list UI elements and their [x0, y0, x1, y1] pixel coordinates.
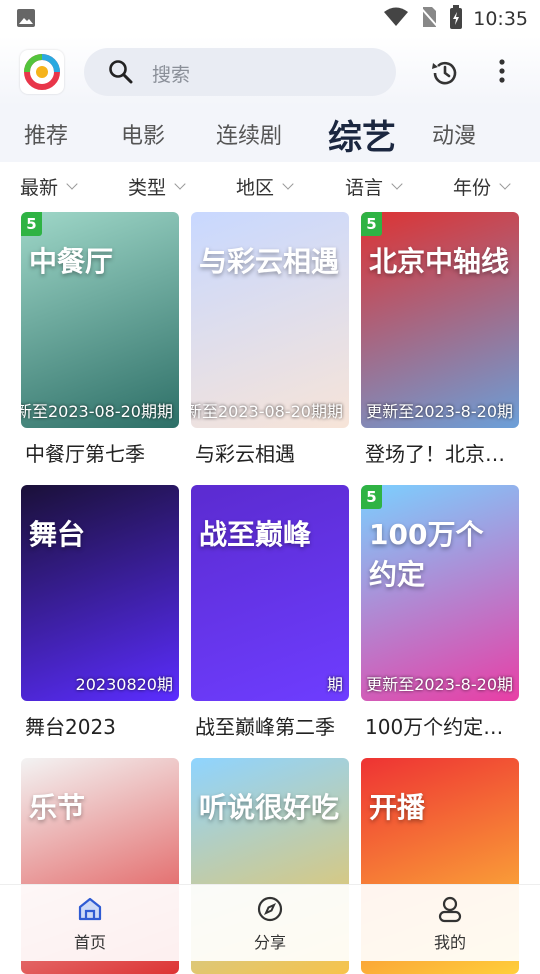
chevron-down-icon	[174, 178, 186, 190]
status-time: 10:35	[473, 8, 528, 30]
nav-label: 首页	[73, 933, 106, 952]
poster-title: 战至巅峰	[199, 518, 312, 551]
filter-type[interactable]: 类型	[128, 173, 186, 200]
wifi-icon	[383, 6, 409, 32]
search-bar[interactable]: 搜索	[84, 48, 396, 96]
poster-title: 中餐厅	[29, 245, 114, 278]
vip-badge: 5	[361, 212, 382, 236]
user-icon	[436, 896, 464, 927]
filter-year[interactable]: 年份	[453, 173, 511, 200]
filter-region[interactable]: 地区	[236, 173, 294, 200]
poster[interactable]: 中餐厅 5 新至2023-08-20期期	[21, 212, 179, 428]
card-title[interactable]: 中餐厅第七季	[21, 438, 179, 467]
card-title[interactable]: 与彩云相遇	[191, 438, 349, 467]
card-title[interactable]: 舞台2023	[21, 711, 179, 740]
nav-label: 分享	[253, 933, 286, 952]
show-card[interactable]: 100万个约定 5 更新至2023-8-20期 100万个约定之冬	[361, 485, 519, 740]
show-card[interactable]: 中餐厅 5 新至2023-08-20期期 中餐厅第七季	[21, 212, 179, 467]
app-logo[interactable]	[20, 50, 64, 94]
search-placeholder: 搜索	[152, 64, 191, 86]
card-title[interactable]: 100万个约定之冬	[361, 711, 519, 740]
tab-series[interactable]: 连续剧	[216, 118, 282, 150]
battery-icon	[449, 5, 463, 33]
status-bar: 10:35	[0, 0, 540, 36]
filter-label: 语言	[345, 177, 384, 199]
filter-label: 最新	[20, 177, 59, 199]
search-icon	[108, 59, 134, 89]
poster-title: 100万个约定	[369, 518, 484, 591]
episode-label: 更新至2023-8-20期	[366, 675, 513, 694]
show-card[interactable]: 与彩云相遇 新至2023-08-20期期 与彩云相遇	[191, 212, 349, 467]
episode-label: 更新至2023-8-20期	[366, 402, 513, 421]
chevron-down-icon	[391, 178, 403, 190]
filter-latest[interactable]: 最新	[20, 173, 78, 200]
episode-label: 新至2023-08-20期期	[21, 402, 173, 421]
vip-badge: 5	[21, 212, 42, 236]
poster-title: 听说很好吃	[199, 791, 340, 824]
home-icon	[76, 897, 104, 927]
show-card[interactable]: 战至巅峰 期 战至巅峰第二季	[191, 485, 349, 740]
poster-title: 乐节	[29, 791, 86, 824]
filter-label: 地区	[236, 177, 275, 199]
compass-icon	[256, 896, 284, 927]
tab-variety[interactable]: 综艺	[328, 110, 396, 159]
poster[interactable]: 100万个约定 5 更新至2023-8-20期	[361, 485, 519, 701]
show-card[interactable]: 北京中轴线 5 更新至2023-8-20期 登场了！北京中轴线	[361, 212, 519, 467]
episode-label: 20230820期	[75, 675, 173, 694]
no-sim-icon	[419, 6, 439, 32]
history-icon[interactable]	[430, 58, 460, 92]
category-tabs: 推荐 电影 连续剧 综艺 动漫	[0, 106, 540, 162]
nav-home[interactable]: 首页	[60, 895, 120, 953]
tab-movies[interactable]: 电影	[121, 118, 165, 150]
tab-recommend[interactable]: 推荐	[24, 118, 68, 150]
poster[interactable]: 战至巅峰 期	[191, 485, 349, 701]
poster-title: 北京中轴线	[369, 245, 510, 278]
nav-share[interactable]: 分享	[240, 895, 300, 953]
poster-title: 开播	[369, 791, 426, 824]
vip-badge: 5	[361, 485, 382, 509]
nav-profile[interactable]: 我的	[420, 895, 480, 953]
card-title[interactable]: 登场了！北京中轴线	[361, 438, 519, 467]
chevron-down-icon	[66, 178, 78, 190]
card-title[interactable]: 战至巅峰第二季	[191, 711, 349, 740]
episode-label: 新至2023-08-20期期	[191, 402, 343, 421]
filter-label: 年份	[453, 177, 492, 199]
top-bar: 搜索	[0, 36, 540, 106]
nav-label: 我的	[433, 933, 466, 952]
bottom-navigation: 首页 分享 我的	[0, 884, 540, 961]
show-card[interactable]: 舞台 20230820期 舞台2023	[21, 485, 179, 740]
filter-bar: 最新 类型 地区 语言 年份	[0, 162, 540, 210]
poster[interactable]: 与彩云相遇 新至2023-08-20期期	[191, 212, 349, 428]
tab-anime[interactable]: 动漫	[432, 118, 476, 150]
episode-label: 期	[326, 675, 343, 694]
chevron-down-icon	[282, 178, 294, 190]
filter-language[interactable]: 语言	[345, 173, 403, 200]
more-options-icon[interactable]	[496, 58, 508, 90]
poster-title: 与彩云相遇	[199, 245, 340, 278]
poster[interactable]: 北京中轴线 5 更新至2023-8-20期	[361, 212, 519, 428]
poster[interactable]: 舞台 20230820期	[21, 485, 179, 701]
filter-label: 类型	[128, 177, 167, 199]
gallery-icon	[16, 8, 36, 32]
chevron-down-icon	[499, 178, 511, 190]
poster-title: 舞台	[29, 518, 86, 551]
